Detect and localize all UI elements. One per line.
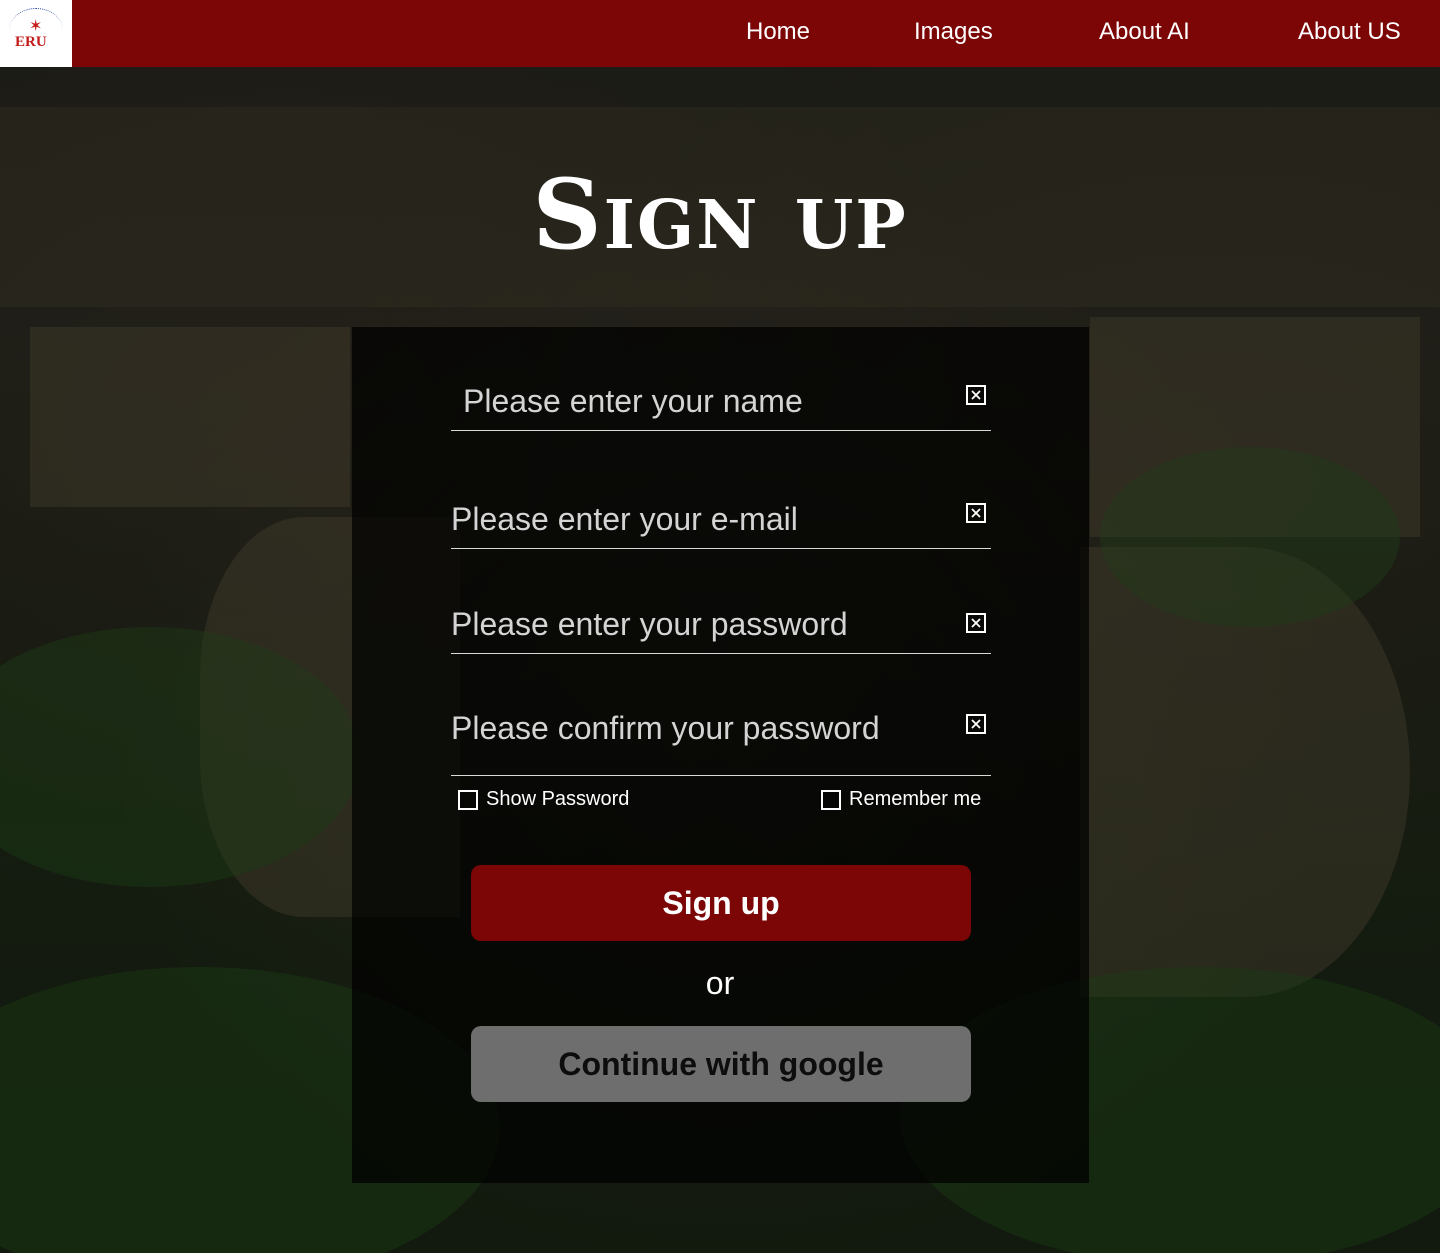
- logo-text: ERU: [15, 33, 47, 50]
- continue-with-google-button[interactable]: Continue with google: [471, 1026, 971, 1102]
- show-password-label: Show Password: [486, 788, 630, 810]
- clear-name-icon[interactable]: [966, 385, 986, 405]
- name-field: [451, 360, 991, 431]
- confirm-password-input[interactable]: [451, 710, 941, 747]
- nav-link-images[interactable]: Images: [914, 18, 993, 46]
- checkbox-unchecked-icon[interactable]: [821, 789, 841, 810]
- nav-link-home[interactable]: Home: [746, 18, 810, 46]
- confirm-password-field: [451, 690, 991, 776]
- show-password-checkbox[interactable]: Show Password: [458, 788, 629, 811]
- nav-link-about-us[interactable]: About US: [1298, 18, 1401, 46]
- clear-password-icon[interactable]: [966, 613, 986, 633]
- checkbox-unchecked-icon[interactable]: [458, 789, 478, 810]
- password-input[interactable]: [451, 606, 941, 643]
- email-field: [451, 478, 991, 549]
- logo-emblem: ✶ ERU: [7, 7, 65, 60]
- email-input[interactable]: [451, 501, 941, 538]
- star-icon: ✶: [29, 15, 43, 35]
- remember-me-checkbox[interactable]: Remember me: [821, 788, 981, 811]
- signup-button[interactable]: Sign up: [471, 865, 971, 941]
- remember-me-label: Remember me: [849, 788, 982, 810]
- university-logo[interactable]: ✶ ERU: [0, 0, 72, 67]
- clear-confirm-password-icon[interactable]: [966, 714, 986, 734]
- clear-email-icon[interactable]: [966, 503, 986, 523]
- page-title: Sign up: [532, 158, 908, 271]
- top-navigation-bar: ✶ ERU Home Images About AI About US: [0, 0, 1440, 67]
- or-divider-text: or: [705, 965, 735, 1001]
- password-field: [451, 588, 991, 654]
- name-input[interactable]: [463, 383, 953, 420]
- nav-link-about-ai[interactable]: About AI: [1099, 18, 1190, 46]
